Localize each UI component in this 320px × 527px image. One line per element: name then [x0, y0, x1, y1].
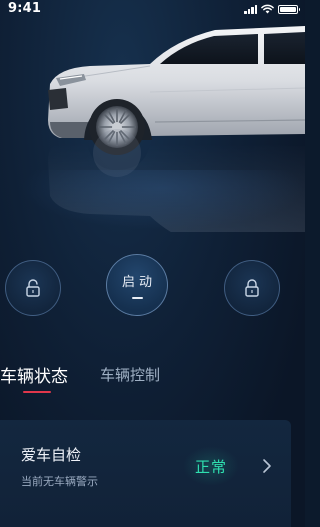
unlock-button[interactable]	[5, 260, 61, 316]
floor-glow	[20, 170, 305, 230]
lock-icon	[245, 279, 259, 297]
wifi-icon	[261, 4, 274, 14]
cellular-signal-icon	[244, 4, 257, 14]
status-time: 9:41	[8, 1, 42, 16]
app-screen: 9:41 启动 车辆状态 车辆控制 爱车自检 当前无车辆警示 正常	[0, 0, 305, 527]
unlock-icon	[26, 279, 40, 297]
car-hero	[0, 22, 305, 254]
chevron-right-icon[interactable]	[262, 458, 272, 474]
status-icons	[244, 4, 300, 14]
battery-level	[280, 6, 296, 12]
tab-vehicle-status[interactable]: 车辆状态	[0, 362, 68, 387]
active-tab-indicator	[23, 391, 51, 393]
start-label: 启动	[121, 275, 156, 290]
car-controls: 启动	[0, 254, 305, 325]
card-title: 爱车自检	[21, 446, 82, 464]
lock-button[interactable]	[224, 260, 280, 316]
status-text: 正常	[194, 457, 227, 476]
start-indicator	[131, 297, 143, 299]
status-bar: 9:41	[0, 0, 305, 20]
card-subtitle: 当前无车辆警示	[21, 475, 98, 488]
self-check-card[interactable]: 爱车自检 当前无车辆警示 正常	[0, 420, 291, 527]
status-badge: 正常	[183, 446, 239, 486]
tab-vehicle-control[interactable]: 车辆控制	[100, 364, 160, 385]
tab-bar: 车辆状态 车辆控制	[0, 362, 305, 398]
battery-icon	[278, 4, 300, 14]
start-button[interactable]: 启动	[106, 254, 168, 316]
